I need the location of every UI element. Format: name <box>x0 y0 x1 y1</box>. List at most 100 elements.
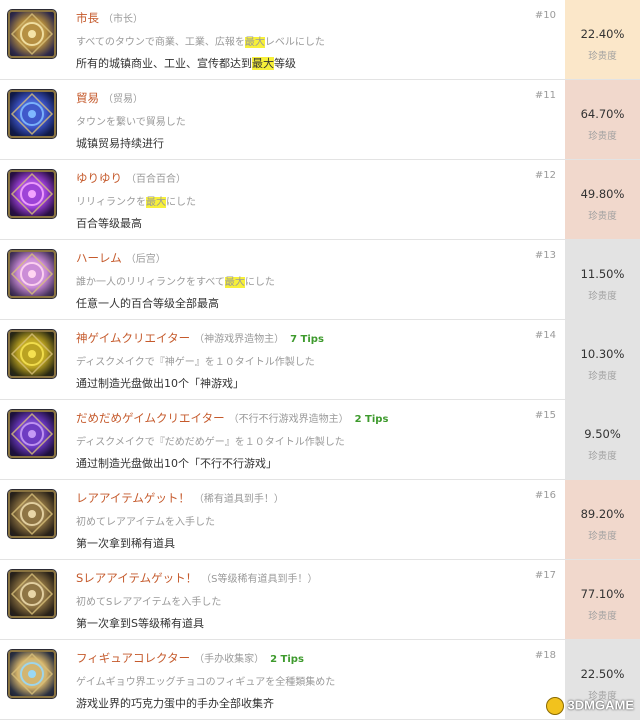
watermark-logo-icon <box>545 697 564 715</box>
site-watermark: 3DMGAME <box>545 697 634 715</box>
achievement-row[interactable]: ゆりゆり （百合百合） リリィランクを最大にした 百合等级最高 #12 49.80… <box>0 160 640 240</box>
achievement-description-cn: 第一次拿到S等级稀有道具 <box>76 617 204 630</box>
achievement-number: #15 <box>534 410 556 421</box>
achievement-title: 貿易 （贸易） <box>76 90 143 106</box>
achievement-icon-cell <box>8 170 60 228</box>
rarity-percent: 49.80% <box>580 187 625 201</box>
harem-badge-icon <box>8 250 56 298</box>
rarity-cell: 64.70% 珍贵度 <box>565 80 640 159</box>
achievement-title-jp: レアアイテムゲット！ <box>76 491 190 505</box>
rarity-label: 珍贵度 <box>588 131 617 142</box>
max-badge-icon <box>8 10 56 58</box>
rarity-cell: 10.30% 珍贵度 <box>565 320 640 399</box>
achievement-icon-cell <box>8 410 60 468</box>
highlight-text: 最大 <box>224 277 245 288</box>
achievement-title-cn: （神游戏界造物主） <box>194 334 285 345</box>
achievement-description-cn: 任意一人的百合等级全部最高 <box>76 297 219 310</box>
gold-disc-icon <box>8 330 56 378</box>
highlight-text: 最大 <box>252 57 274 70</box>
rarity-percent: 64.70% <box>580 107 625 121</box>
achievement-title: レアアイテムゲット！ （稀有道具到手！） <box>76 490 284 506</box>
achievement-description-jp: すべてのタウンで商業、工業、広報を最大レベルにした <box>76 37 325 48</box>
rarity-label: 珍贵度 <box>588 611 617 622</box>
achievement-title-jp: 貿易 <box>76 91 99 105</box>
achievement-title: だめだめゲイムクリエイター （不行不行游戏界造物主） 2 Tips <box>76 410 388 426</box>
achievement-icon-cell <box>8 10 60 68</box>
rarity-label: 珍贵度 <box>588 291 617 302</box>
rarity-cell: 11.50% 珍贵度 <box>565 240 640 319</box>
figure-badge-icon <box>8 650 56 698</box>
achievement-row[interactable]: 市長 （市长） すべてのタウンで商業、工業、広報を最大レベルにした 所有的城镇商业… <box>0 0 640 80</box>
achievement-description-cn: 游戏业界的巧克力蛋中的手办全部收集齐 <box>76 697 274 710</box>
rarity-label: 珍贵度 <box>588 371 617 382</box>
highlight-text: 最大 <box>244 37 265 48</box>
achievement-description-cn: 城镇贸易持续进行 <box>76 137 164 150</box>
rarity-cell: 9.50% 珍贵度 <box>565 400 640 479</box>
achievement-row[interactable]: ハーレム （后宫） 誰か一人のリリィランクをすべて最大にした 任意一人的百合等级全… <box>0 240 640 320</box>
achievement-row[interactable]: 貿易 （贸易） タウンを繋いで貿易した 城镇贸易持续进行 #11 64.70% 珍… <box>0 80 640 160</box>
tips-link[interactable]: 2 Tips <box>270 654 304 665</box>
rarity-label: 珍贵度 <box>588 451 617 462</box>
s-rare-item-icon <box>8 570 56 618</box>
achievement-number: #18 <box>534 650 556 661</box>
achievement-description-cn: 所有的城镇商业、工业、宣传都达到最大等级 <box>76 57 296 70</box>
tips-link[interactable]: 2 Tips <box>355 414 389 425</box>
rarity-percent: 10.30% <box>580 347 625 361</box>
achievement-title-cn: （稀有道具到手！） <box>193 494 284 505</box>
rarity-label: 珍贵度 <box>588 531 617 542</box>
rarity-percent: 22.50% <box>580 667 625 681</box>
achievement-title-jp: だめだめゲイムクリエイター <box>76 411 225 425</box>
achievement-row[interactable]: Sレアアイテムゲット！ （S等级稀有道具到手！） 初めてSレアアイテムを入手した … <box>0 560 640 640</box>
achievement-number: #10 <box>534 10 556 21</box>
achievement-icon-cell <box>8 90 60 148</box>
achievement-description-jp: ゲイムギョウ界エッグチョコのフィギュアを全種類集めた <box>76 677 336 688</box>
achievement-number: #16 <box>534 490 556 501</box>
achievement-description-cn: 通过制造光盘做出10个「不行不行游戏」 <box>76 457 277 470</box>
achievement-title-jp: ゆりゆり <box>76 171 122 185</box>
achievement-number: #12 <box>534 170 556 181</box>
lily-badge-icon <box>8 170 56 218</box>
achievement-title-cn: （后宫） <box>125 254 166 265</box>
achievement-number: #14 <box>534 330 556 341</box>
achievement-icon-cell <box>8 650 60 708</box>
trade-badge-icon <box>8 90 56 138</box>
achievement-icon-cell <box>8 250 60 308</box>
achievement-description-jp: ディスクメイクで『だめだめゲー』を１０タイトル作製した <box>76 437 345 448</box>
rarity-label: 珍贵度 <box>588 211 617 222</box>
achievement-description-jp: ディスクメイクで『神ゲー』を１０タイトル作製した <box>76 357 315 368</box>
achievement-description-jp: 誰か一人のリリィランクをすべて最大にした <box>76 277 275 288</box>
rarity-cell: 77.10% 珍贵度 <box>565 560 640 639</box>
rarity-percent: 9.50% <box>584 427 621 441</box>
achievement-row[interactable]: レアアイテムゲット！ （稀有道具到手！） 初めてレアアイテムを入手した 第一次拿到… <box>0 480 640 560</box>
achievement-title-jp: ハーレム <box>76 251 122 265</box>
rare-item-icon <box>8 490 56 538</box>
achievement-title-jp: Sレアアイテムゲット！ <box>76 571 198 585</box>
rarity-cell: 22.40% 珍贵度 <box>565 0 640 79</box>
achievement-description-jp: リリィランクを最大にした <box>76 197 196 208</box>
achievement-icon-cell <box>8 330 60 388</box>
rarity-percent: 11.50% <box>580 267 625 281</box>
achievement-title: フィギュアコレクター （手办收集家） 2 Tips <box>76 650 304 666</box>
rarity-cell: 49.80% 珍贵度 <box>565 160 640 239</box>
achievement-row[interactable]: だめだめゲイムクリエイター （不行不行游戏界造物主） 2 Tips ディスクメイクで… <box>0 400 640 480</box>
achievement-icon-cell <box>8 570 60 628</box>
rarity-percent: 89.20% <box>580 507 625 521</box>
achievement-title: ゆりゆり （百合百合） <box>76 170 186 186</box>
achievement-title-jp: 神ゲイムクリエイター <box>76 331 191 345</box>
achievement-description-jp: タウンを繋いで貿易した <box>76 117 186 128</box>
achievement-row[interactable]: フィギュアコレクター （手办收集家） 2 Tips ゲイムギョウ界エッグチョコのフィ… <box>0 640 640 720</box>
achievement-title-cn: （手办收集家） <box>194 654 265 665</box>
achievement-number: #11 <box>534 90 556 101</box>
achievement-title: ハーレム （后宫） <box>76 250 166 266</box>
achievement-title-cn: （贸易） <box>103 94 143 105</box>
rarity-percent: 22.40% <box>580 27 625 41</box>
rarity-percent: 77.10% <box>580 587 625 601</box>
purple-disc-icon <box>8 410 56 458</box>
rarity-cell: 89.20% 珍贵度 <box>565 480 640 559</box>
achievement-description-cn: 通过制造光盘做出10个「神游戏」 <box>76 377 244 390</box>
achievement-number: #13 <box>534 250 556 261</box>
achievement-row[interactable]: 神ゲイムクリエイター （神游戏界造物主） 7 Tips ディスクメイクで『神ゲー』を… <box>0 320 640 400</box>
tips-link[interactable]: 7 Tips <box>290 334 324 345</box>
achievement-title-jp: フィギュアコレクター <box>76 651 191 665</box>
achievement-title-cn: （不行不行游戏界造物主） <box>228 414 349 425</box>
